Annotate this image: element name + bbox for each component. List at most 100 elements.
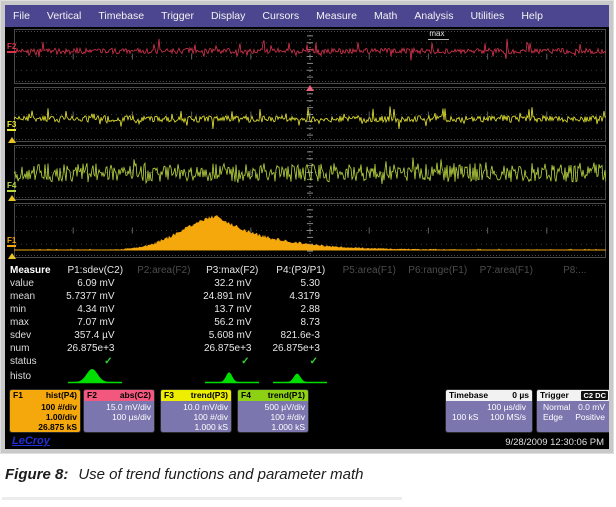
menu-item-trigger[interactable]: Trigger — [161, 10, 194, 22]
measure-mean-p7 — [472, 290, 541, 303]
measure-table: MeasureP1:sdev(C2)P2:area(F2)P3:max(F2)P… — [5, 264, 609, 387]
channel-line-f4-1: 100 #/div — [241, 412, 305, 422]
scope-screen: File Vertical Timebase Trigger Display Cursor… — [5, 5, 609, 449]
menu-item-file[interactable]: File — [13, 10, 30, 22]
measure-col-header-p3[interactable]: P3:max(F2) — [198, 264, 267, 277]
trace-label-f4[interactable]: F4 — [7, 181, 16, 192]
measure-col-header-p8[interactable]: P8:... — [541, 264, 610, 277]
measure-col-header-p4[interactable]: P4:(P3/P1) — [267, 264, 336, 277]
wave-section-f2 — [14, 29, 606, 84]
wave-section-f3 — [14, 87, 606, 142]
measure-col-header-p7[interactable]: P7:area(F1) — [472, 264, 541, 277]
menu-item-analysis[interactable]: Analysis — [414, 10, 453, 22]
histo-icon-cell-p7 — [472, 368, 541, 386]
timebase-box[interactable]: Timebase0 µs100 µs/div100 kS100 MS/s — [445, 389, 533, 433]
channel-id-f2: F2 — [87, 390, 97, 401]
channel-box-f1[interactable]: F1hist(P4)100 #/div1.00/div26.875 kS — [9, 389, 81, 433]
measure-col-header-p6[interactable]: P6:range(F1) — [404, 264, 473, 277]
channel-line-f3-0: 10.0 mV/div — [164, 402, 228, 412]
channel-box-f2[interactable]: F2abs(C2)15.0 mV/div100 µs/div — [83, 389, 155, 433]
measure-max-p1: 7.07 mV — [61, 316, 130, 329]
histicon-p1 — [66, 368, 124, 385]
measure-min-p4: 2.88 — [267, 303, 336, 316]
measure-sdev-p6 — [404, 329, 473, 342]
trace-label-f2[interactable]: F2 — [7, 42, 16, 53]
channel-box-f4[interactable]: F4 trend(P1)500 µV/div100 #/div1.000 kS — [237, 389, 309, 433]
menu-item-cursors[interactable]: Cursors — [262, 10, 299, 22]
measure-row-label-num: num — [5, 342, 61, 355]
measure-value-p3: 32.2 mV — [198, 277, 267, 290]
channel-line-f1-0: 100 #/div — [13, 402, 77, 412]
histo-icon-cell-p5 — [335, 368, 404, 386]
channel-function-f2: abs(C2) — [120, 390, 151, 401]
channel-function-f3: trend(P3) — [191, 390, 228, 401]
measure-max-p3: 56.2 mV — [198, 316, 267, 329]
channel-box-body-f1: 100 #/div1.00/div26.875 kS — [10, 401, 80, 432]
measure-mean-p4: 4.3179 — [267, 290, 336, 303]
menu-item-help[interactable]: Help — [521, 10, 543, 22]
menu-item-timebase[interactable]: Timebase — [98, 10, 144, 22]
measure-max-p7 — [472, 316, 541, 329]
menu-item-utilities[interactable]: Utilities — [470, 10, 504, 22]
waveform-plot-f3 — [14, 87, 606, 142]
descriptor-row: F1hist(P4)100 #/div1.00/div26.875 kS F2 ab… — [5, 387, 609, 435]
menu-item-measure[interactable]: Measure — [316, 10, 357, 22]
measure-row-label-status: status — [5, 355, 61, 368]
measure-grid: MeasureP1:sdev(C2)P2:area(F2)P3:max(F2)P… — [5, 264, 609, 386]
histo-icon-cell-p8 — [541, 368, 610, 386]
measure-row-label-mean: mean — [5, 290, 61, 303]
measure-mean-p3: 24.891 mV — [198, 290, 267, 303]
measure-sdev-p7 — [472, 329, 541, 342]
channel-box-body-f4: 500 µV/div100 #/div1.000 kS — [238, 401, 308, 432]
trace-label-f1[interactable]: F1 — [7, 236, 16, 247]
timebase-left-1: 100 kS — [452, 412, 478, 422]
measure-value-p2 — [130, 277, 199, 290]
measure-num-p3: 26.875e+3 — [198, 342, 267, 355]
trigger-position-icon[interactable] — [306, 85, 314, 91]
figure-caption-label: Figure 8: — [5, 466, 68, 483]
trigger-right-0: 0.0 mV — [578, 402, 605, 412]
status-check-p5 — [335, 355, 404, 368]
measure-value-p4: 5.30 — [267, 277, 336, 290]
status-check-p2 — [130, 355, 199, 368]
channel-box-body-f3: 10.0 mV/div100 #/div1.000 kS — [161, 401, 231, 432]
histicon-p4 — [271, 368, 329, 385]
measure-col-header-p1[interactable]: P1:sdev(C2) — [61, 264, 130, 277]
measure-min-p2 — [130, 303, 199, 316]
measure-min-p6 — [404, 303, 473, 316]
histo-icon-cell-p4 — [267, 368, 336, 386]
trigger-box[interactable]: TriggerC2 DCNormal0.0 mVEdgePositive — [536, 389, 609, 433]
channel-box-header-f1: F1hist(P4) — [10, 390, 80, 401]
menu-item-math[interactable]: Math — [374, 10, 397, 22]
channel-function-f4: trend(P1) — [268, 390, 305, 401]
measure-max-p8 — [541, 316, 610, 329]
trace-level-marker-icon[interactable] — [8, 137, 16, 143]
measure-sdev-p1: 357.4 µV — [61, 329, 130, 342]
histo-icon-cell-p6 — [404, 368, 473, 386]
waveform-grid: F2F3F4F1max — [5, 27, 609, 264]
histo-icon-cell-p2 — [130, 368, 199, 386]
trace-level-marker-icon[interactable] — [8, 195, 16, 201]
trigger-row-1: EdgePositive — [540, 412, 608, 422]
status-strip: LeCroy 9/28/2009 12:30:06 PM — [5, 435, 609, 449]
measure-mean-p8 — [541, 290, 610, 303]
measure-value-p8 — [541, 277, 610, 290]
measure-col-header-p5[interactable]: P5:area(F1) — [335, 264, 404, 277]
trace-level-marker-icon[interactable] — [8, 253, 16, 259]
measure-col-header-p2[interactable]: P2:area(F2) — [130, 264, 199, 277]
histo-icon-cell-p3 — [198, 368, 267, 386]
wave-section-f1 — [14, 203, 606, 258]
measure-row-label-histo: histo — [5, 368, 61, 386]
status-check-p7 — [472, 355, 541, 368]
menu-item-vertical[interactable]: Vertical — [47, 10, 81, 22]
measure-sdev-p8 — [541, 329, 610, 342]
trace-label-f3[interactable]: F3 — [7, 120, 16, 131]
figure-caption: Figure 8:Use of trend functions and para… — [5, 466, 364, 483]
menu-item-display[interactable]: Display — [211, 10, 245, 22]
measure-num-p5 — [335, 342, 404, 355]
channel-box-header-f3: F3trend(P3) — [161, 390, 231, 401]
channel-id-f4: F4 — [241, 390, 251, 401]
measure-sdev-p4: 821.6e-3 — [267, 329, 336, 342]
channel-box-f3[interactable]: F3trend(P3)10.0 mV/div100 #/div1.000 kS — [160, 389, 232, 433]
measure-num-p8 — [541, 342, 610, 355]
